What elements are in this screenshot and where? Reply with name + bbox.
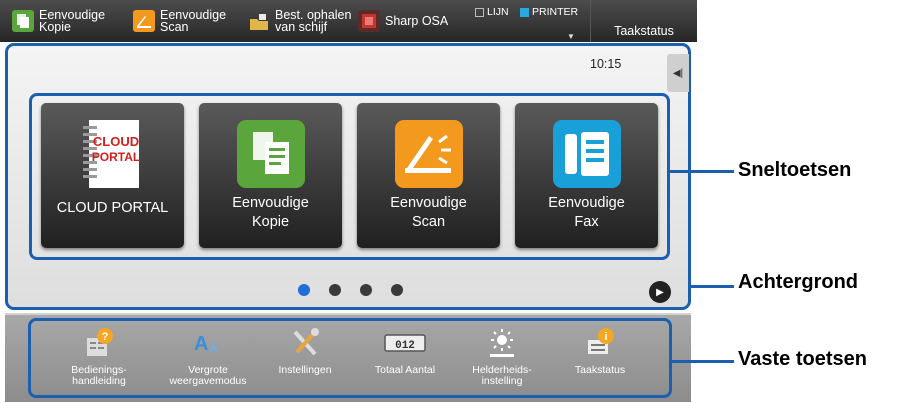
page-dot[interactable] — [391, 284, 403, 296]
fixed-key-job-status[interactable]: i Taakstatus — [554, 324, 646, 396]
fixed-key-total-count[interactable]: 012 Totaal Aantal — [359, 324, 451, 396]
callout-line-fixed-keys — [672, 360, 734, 363]
shortcut-label: Eenvoudige Kopie — [232, 195, 309, 230]
fixed-key-brightness[interactable]: Helderheids- instelling — [456, 324, 548, 396]
fixed-key-label: Instellingen — [278, 364, 332, 376]
fixed-key-label: Bedienings- handleiding — [71, 364, 127, 387]
topbar-item-label: Eenvoudige Scan — [160, 8, 227, 34]
shortcut-label: Eenvoudige Fax — [548, 195, 625, 230]
osa-icon — [358, 10, 380, 32]
svg-text:CLOUD: CLOUD — [93, 134, 139, 149]
top-shortcut-bar: Eenvoudige Kopie Eenvoudige Scan Best. o… — [0, 0, 697, 42]
clock: 10:15 — [590, 57, 622, 71]
copy-icon — [237, 120, 305, 188]
topbar-easy-copy[interactable]: Eenvoudige Kopie — [12, 0, 105, 42]
shortcut-easy-fax[interactable]: Eenvoudige Fax — [515, 103, 658, 248]
topbar-easy-scan[interactable]: Eenvoudige Scan — [133, 0, 226, 42]
shortcut-easy-copy[interactable]: Eenvoudige Kopie — [199, 103, 342, 248]
fixed-key-manual[interactable]: ? Bedienings- handleiding — [53, 324, 145, 396]
fixed-key-enlarged-display[interactable]: A A Vergrote weergavemodus — [162, 324, 254, 396]
callout-fixed-keys: Vaste toetsen — [738, 348, 867, 370]
shortcut-cloud-portal[interactable]: CLOUD PORTAL CLOUD PORTAL — [41, 103, 184, 248]
svg-text:?: ? — [102, 331, 109, 343]
fixed-key-label: Totaal Aantal — [374, 364, 436, 376]
job-status-button[interactable]: Taakstatus — [590, 0, 697, 42]
printer-status-label: PRINTER — [532, 6, 579, 18]
svg-text:PORTAL: PORTAL — [92, 150, 140, 164]
line-status-indicator — [475, 7, 484, 17]
fax-icon — [553, 120, 621, 188]
manual-icon: ? — [85, 328, 113, 358]
collapse-tab[interactable]: ◀| — [667, 54, 689, 92]
printer-status: PRINTER — [520, 6, 578, 18]
svg-text:012: 012 — [395, 340, 415, 352]
topbar-item-label: Sharp OSA — [385, 14, 449, 28]
fixed-key-label: Taakstatus — [574, 364, 626, 376]
svg-text:A: A — [194, 333, 208, 355]
fixed-key-label: Helderheids- instelling — [472, 364, 532, 387]
page-dot[interactable] — [360, 284, 372, 296]
cloud-portal-icon: CLOUD PORTAL — [79, 120, 147, 188]
scan-icon — [133, 10, 155, 32]
shortcut-label: Eenvoudige Scan — [390, 195, 467, 230]
shortcut-label: CLOUD PORTAL — [56, 200, 169, 216]
collapse-arrow-icon: ◀| — [672, 67, 684, 79]
callout-shortcuts: Sneltoetsen — [738, 159, 852, 181]
fixed-key-label: Vergrote weergavemodus — [169, 364, 247, 387]
next-page-button[interactable]: ▶ — [649, 281, 671, 303]
counter-icon: 012 — [383, 328, 427, 358]
callout-line-background — [691, 285, 734, 288]
folder-icon — [248, 10, 270, 32]
topbar-sharp-osa[interactable]: Sharp OSA — [358, 0, 448, 42]
job-status-icon: i — [586, 328, 614, 358]
play-arrow-icon: ▶ — [656, 286, 664, 298]
topbar-retrieve-from-disk[interactable]: Best. ophalen van schijf — [248, 0, 351, 42]
printer-status-indicator — [520, 7, 529, 17]
svg-text:A: A — [209, 341, 218, 355]
shortcut-easy-scan[interactable]: Eenvoudige Scan — [357, 103, 500, 248]
line-status-label: LIJN — [487, 6, 509, 18]
callout-background: Achtergrond — [738, 271, 858, 293]
fixed-key-settings[interactable]: Instellingen — [259, 324, 351, 396]
callout-line-shortcuts — [670, 170, 734, 173]
line-status: LIJN — [475, 6, 509, 18]
topbar-item-label: Eenvoudige Kopie — [39, 8, 106, 34]
scan-icon — [395, 120, 463, 188]
copy-icon — [12, 10, 34, 32]
brightness-icon — [488, 328, 516, 358]
tools-icon — [291, 328, 319, 358]
chevron-down-icon[interactable]: ▼ — [567, 32, 575, 41]
topbar-item-label: Best. ophalen van schijf — [275, 8, 352, 34]
page-dot[interactable] — [329, 284, 341, 296]
magnify-text-icon: A A — [194, 328, 222, 358]
page-dot[interactable] — [298, 284, 310, 296]
svg-text:i: i — [604, 331, 607, 343]
